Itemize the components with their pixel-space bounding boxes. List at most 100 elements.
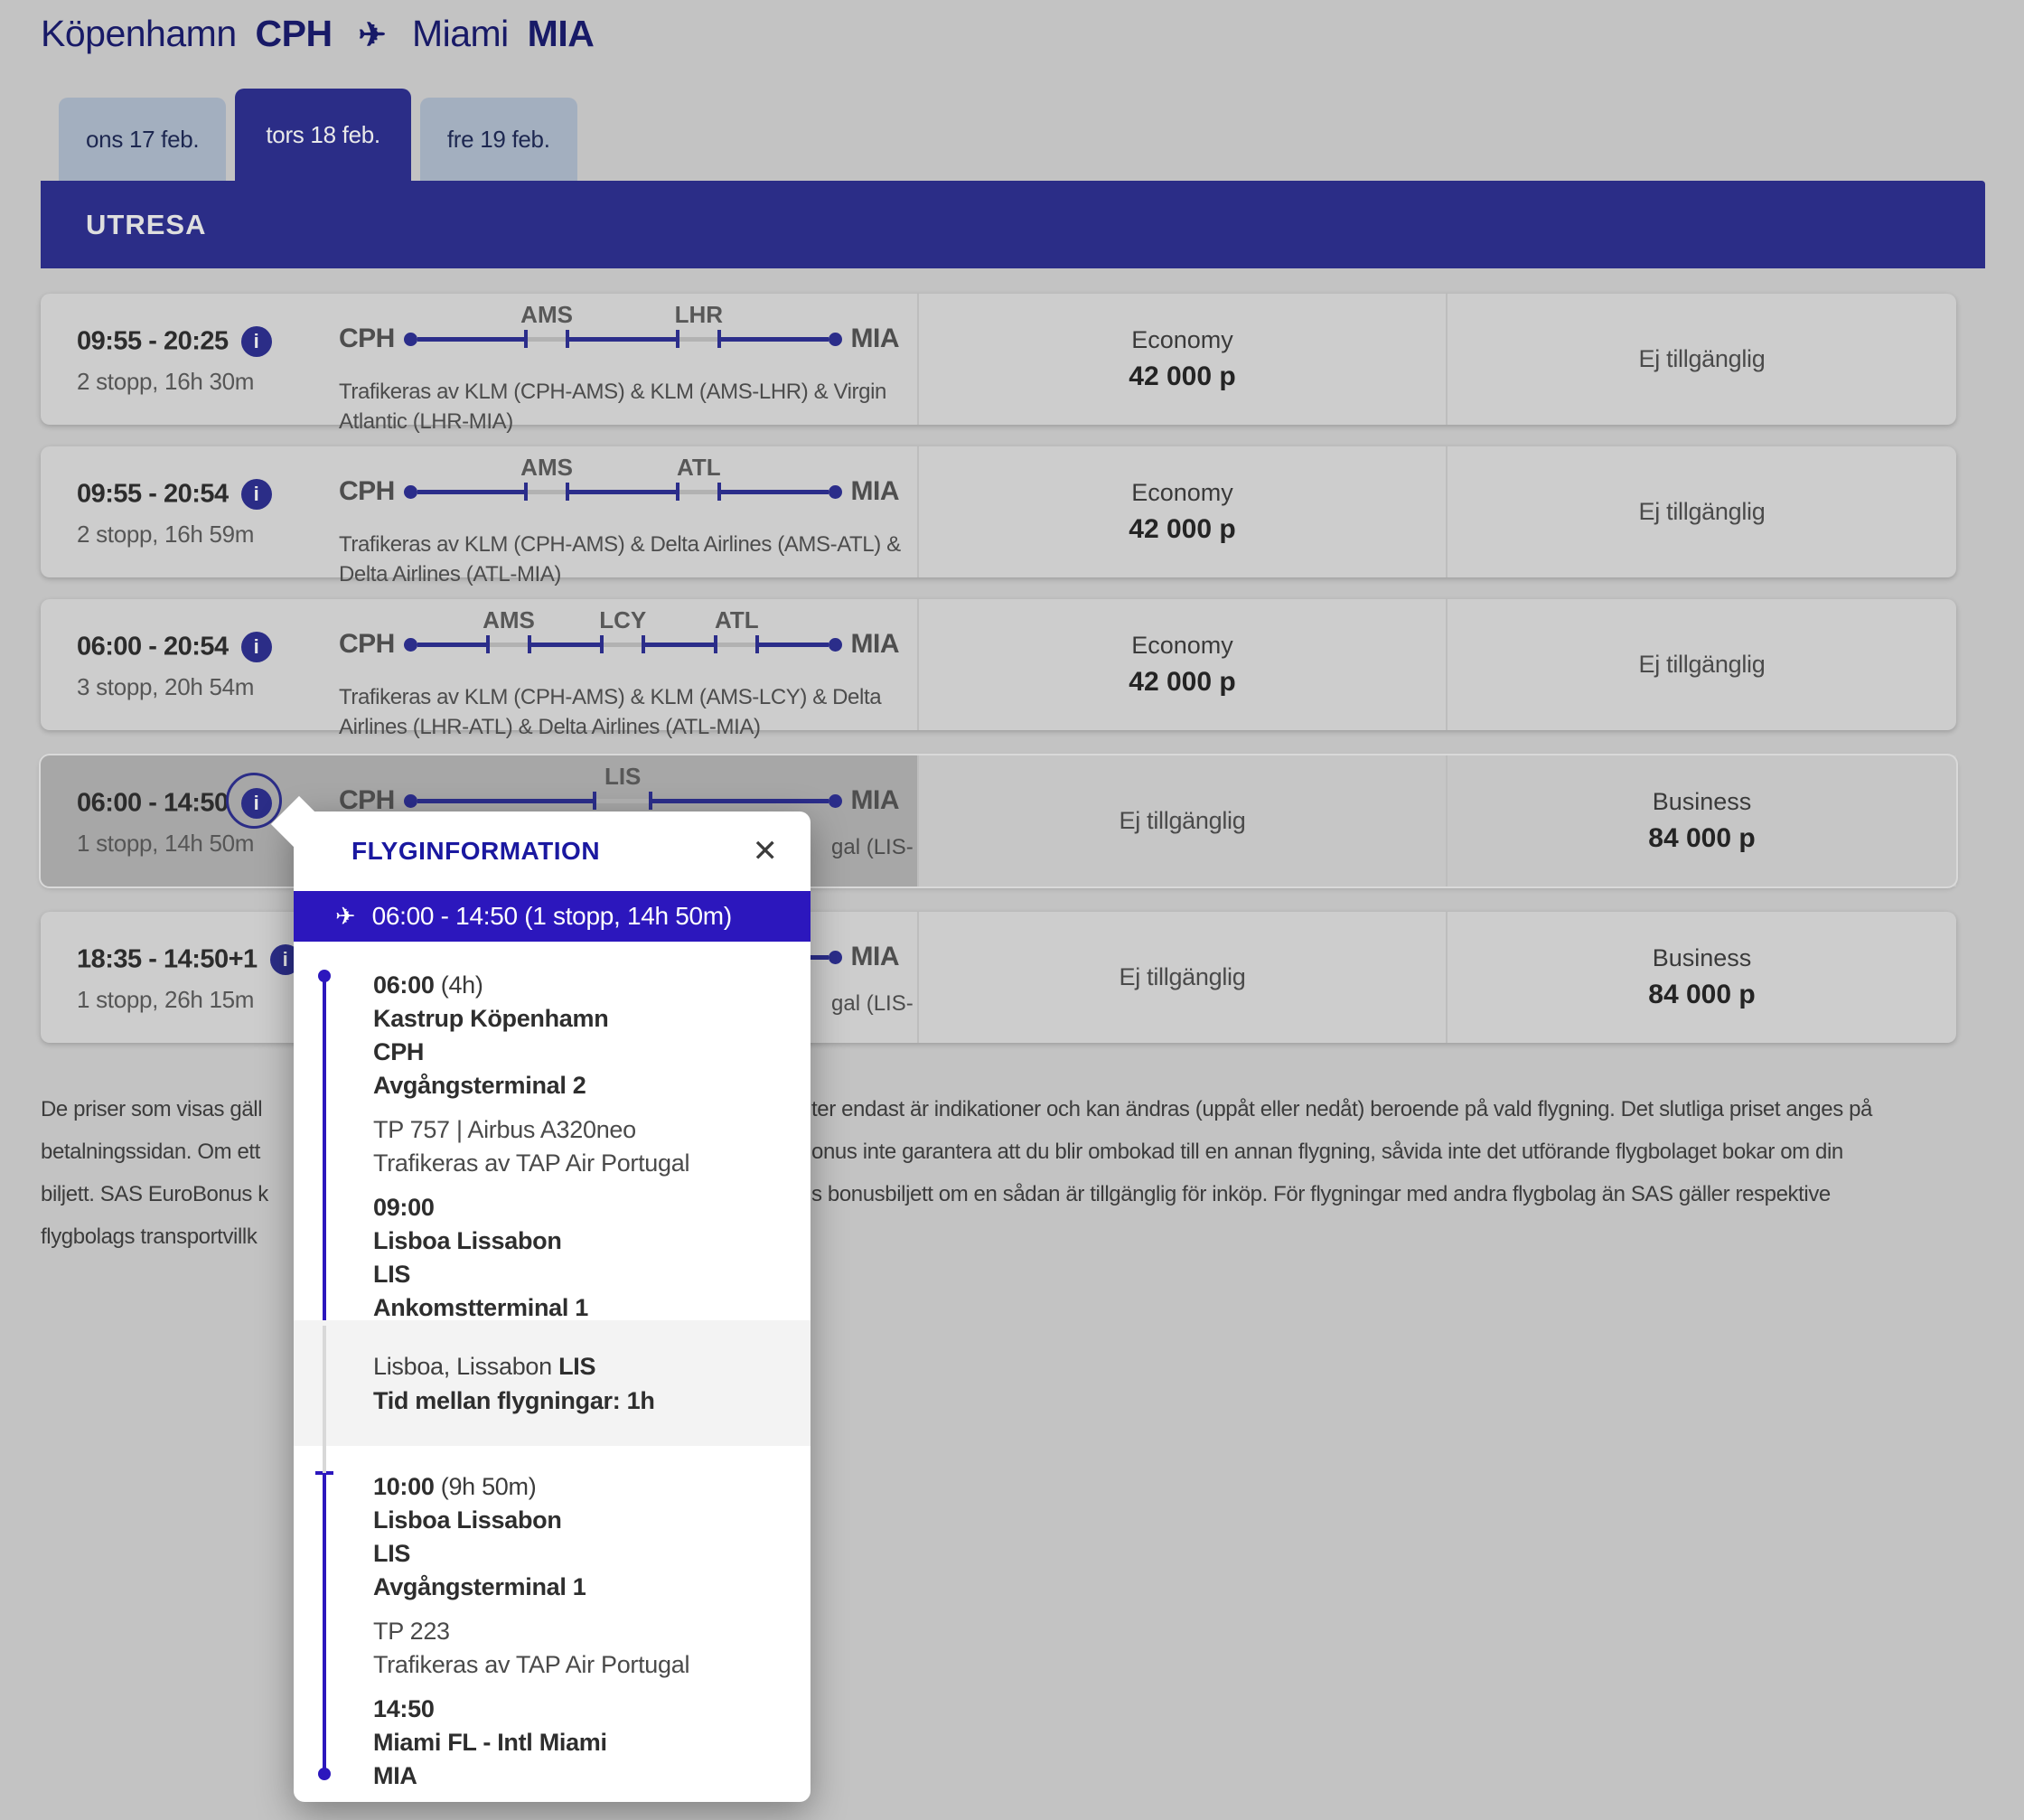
dest-code-label: MIA	[851, 629, 900, 660]
flight-result-row: 09:55 - 20:54i2 stopp, 16h 59mCPHAMSATLM…	[41, 446, 1956, 577]
route-line	[759, 643, 828, 647]
not-available-label: Ej tillgänglig	[1639, 498, 1766, 526]
flight-info-popup: FLYGINFORMATION ✕ ✈ 06:00 - 14:50 (1 sto…	[294, 811, 811, 1802]
section-header-utresa: UTRESA	[41, 181, 1985, 268]
not-available-label: Ej tillgänglig	[1120, 963, 1246, 991]
route-stop-gap	[679, 337, 717, 342]
spacer	[373, 1180, 789, 1191]
stops-duration: 1 stopp, 14h 50m	[77, 830, 272, 858]
route-origin-dot	[404, 485, 417, 499]
flight-times: 18:35 - 14:50+1	[77, 945, 258, 974]
flight-times: 06:00 - 20:54	[77, 633, 229, 661]
info-icon[interactable]: i	[241, 326, 272, 357]
segment-departure-terminal: Avgångsterminal 1	[373, 1571, 789, 1604]
flight-result-row: 09:55 - 20:25i2 stopp, 16h 30mCPHAMSLHRM…	[41, 294, 1956, 425]
segment-arrival-code: MIA	[373, 1759, 789, 1793]
time-block: 09:55 - 20:25i2 stopp, 16h 30m	[77, 326, 272, 396]
dest-code-label: MIA	[851, 476, 900, 507]
layover-place: Lisboa, Lissabon LIS	[373, 1349, 655, 1384]
terms-line-right: s bonusbiljett om en sådan är tillgängli…	[811, 1182, 1831, 1207]
route-stop: ATL	[676, 483, 721, 501]
route-tick	[649, 792, 652, 810]
segment-arrival-airport: Miami FL - Intl Miami	[373, 1726, 789, 1759]
info-icon-wrap: i	[241, 479, 272, 510]
info-icon-wrap: i	[241, 788, 272, 819]
fare-cell-economy[interactable]: Economy 42 000 p	[917, 446, 1446, 577]
fare-cell-economy[interactable]: Economy42 000 p	[917, 599, 1446, 730]
fare-cell-economy[interactable]: Ej tillgänglig	[917, 755, 1446, 887]
not-available-label: Ej tillgänglig	[1639, 345, 1766, 373]
operated-by-text-fragment: gal (LIS-	[831, 835, 914, 860]
fare-cell-business[interactable]: Ej tillgänglig	[1446, 599, 1956, 730]
terms-line-right: ter endast är indikationer och kan ändra…	[811, 1097, 1872, 1122]
stop-code-label: AMS	[520, 301, 573, 329]
timeline-layover-line	[323, 1326, 326, 1473]
info-icon[interactable]: i	[241, 479, 272, 510]
segment-operated-by: Trafikeras av TAP Air Portugal	[373, 1147, 789, 1180]
fare-cell-economy[interactable]: Ej tillgänglig	[917, 912, 1446, 1043]
not-available-label: Ej tillgänglig	[1120, 807, 1246, 835]
spacer	[373, 1604, 789, 1615]
route-stop-gap	[528, 490, 566, 494]
fare-cell-business[interactable]: Business84 000 p	[1446, 912, 1956, 1043]
timeline-segment-2	[323, 1475, 326, 1773]
route-line	[417, 643, 486, 647]
points-price: 42 000 p	[1129, 514, 1235, 545]
route-stop: LCY	[600, 635, 645, 653]
points-price: 84 000 p	[1648, 823, 1755, 854]
popup-header: FLYGINFORMATION ✕	[294, 811, 811, 891]
stop-code-label: AMS	[483, 606, 535, 634]
route-line	[721, 337, 828, 342]
popup-segment-2: 10:00 (9h 50m)Lisboa LissabonLISAvgångst…	[373, 1470, 789, 1793]
popup-title: FLYGINFORMATION	[351, 837, 600, 866]
route-stop-gap	[528, 337, 566, 342]
close-icon[interactable]: ✕	[753, 836, 779, 867]
fare-cell-business[interactable]: Ej tillgänglig	[1446, 446, 1956, 577]
flight-result-row: 06:00 - 20:54i3 stopp, 20h 54mCPHAMSLCYA…	[41, 599, 1956, 730]
spacer	[373, 1682, 789, 1693]
flight-details-cell: 09:55 - 20:25i2 stopp, 16h 30mCPHAMSLHRM…	[41, 294, 917, 425]
info-icon[interactable]: i	[241, 632, 272, 662]
dest-code-label: MIA	[851, 785, 900, 816]
cabin-class-label: Economy	[1131, 479, 1233, 507]
segment-arrival-time: 14:50	[373, 1693, 789, 1726]
fare-cell-business[interactable]: Ej tillgänglig	[1446, 294, 1956, 425]
origin-code-label: CPH	[339, 629, 395, 660]
cabin-class-label: Business	[1653, 944, 1752, 972]
route-dest-dot	[829, 638, 842, 652]
tab-ons-17-feb-[interactable]: ons 17 feb.	[59, 98, 226, 181]
time-block: 18:35 - 14:50+1i1 stopp, 26h 15m	[77, 944, 301, 1014]
segment-arrival-time: 09:00	[373, 1191, 789, 1224]
cabin-class-label: Economy	[1131, 326, 1233, 354]
route-line	[569, 337, 676, 342]
tab-fre-19-feb-[interactable]: fre 19 feb.	[420, 98, 577, 181]
route-origin-dot	[404, 794, 417, 808]
operated-by-text: Trafikeras av KLM (CPH-AMS) & Delta Airl…	[339, 530, 924, 589]
segment-departure-code: LIS	[373, 1537, 789, 1571]
fare-cell-business[interactable]: Business84 000 p	[1446, 755, 1956, 887]
route-origin-dot	[404, 333, 417, 346]
fare-cell-economy[interactable]: Economy42 000 p	[917, 294, 1446, 425]
route-tick	[566, 330, 569, 348]
route-tick	[717, 330, 721, 348]
route-tick	[528, 635, 531, 653]
route-origin-dot	[404, 638, 417, 652]
operated-by-text-fragment: gal (LIS-	[831, 991, 914, 1017]
route-line	[569, 490, 676, 494]
route-stop: LHR	[676, 330, 721, 348]
tab-tors-18-feb-[interactable]: tors 18 feb.	[235, 89, 410, 181]
flight-results-page: Köpenhamn CPH ✈ Miami MIA ons 17 feb.tor…	[0, 0, 2024, 1820]
route-line	[721, 490, 828, 494]
origin-city: Köpenhamn	[41, 13, 237, 54]
operated-by-text: Trafikeras av KLM (CPH-AMS) & KLM (AMS-L…	[339, 377, 924, 436]
stops-duration: 1 stopp, 26h 15m	[77, 986, 301, 1014]
terms-line-left: De priser som visas gäll	[41, 1097, 262, 1121]
plane-icon: ✈	[335, 903, 356, 931]
spacer	[373, 1102, 789, 1113]
flight-times: 09:55 - 20:54	[77, 480, 229, 509]
stop-code-label: LHR	[675, 301, 723, 329]
popup-body: Lisboa, Lissabon LIS Tid mellan flygning…	[294, 942, 811, 1802]
route-stop-gap	[490, 643, 528, 647]
info-icon-wrap: i	[241, 326, 272, 357]
plane-icon: ✈	[359, 16, 387, 53]
